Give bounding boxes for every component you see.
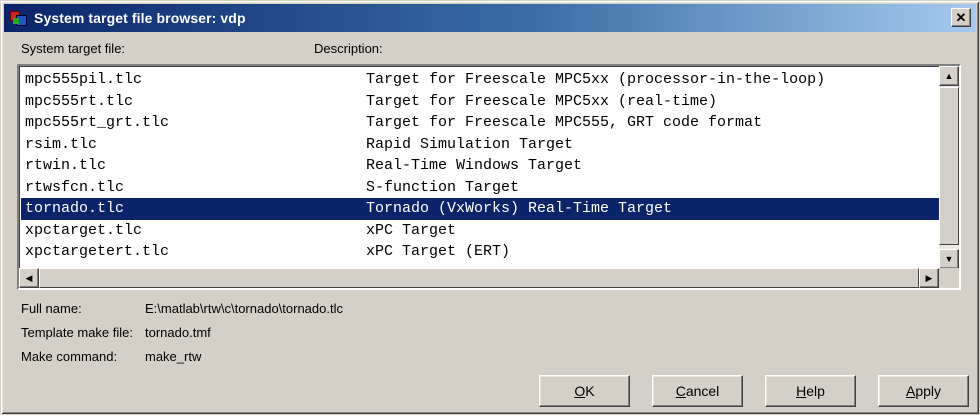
scroll-right-button[interactable]: ▶ [919,268,939,288]
apply-label-rest: pply [915,383,942,399]
list-item-description: xPC Target (ERT) [366,243,511,261]
ok-button[interactable]: OK [539,375,630,407]
cancel-label-rest: ancel [685,383,720,399]
arrow-left-icon: ◀ [25,272,33,283]
arrow-down-icon: ▼ [944,254,954,264]
cancel-mnemonic: C [675,383,686,399]
help-label-rest: elp [806,383,825,399]
list-item[interactable]: mpc555rt_grt.tlc Target for Freescale MPC… [21,112,941,134]
arrow-up-icon: ▲ [944,71,954,81]
list-item[interactable]: rsim.tlc Rapid Simulation Target [21,134,941,156]
title-bar[interactable]: System target file browser: vdp ✕ [4,4,976,32]
vertical-scrollbar[interactable]: ▲ ▼ [939,66,959,269]
horizontal-scroll-thumb[interactable] [39,268,919,288]
target-browser-dialog: System target file browser: vdp ✕ System… [0,0,980,415]
list-item[interactable]: mpc555rt.tlc Target for Freescale MPC5xx … [21,91,941,113]
list-item[interactable]: xpctarget.tlc xPC Target [21,220,941,242]
list-item-file: rtwsfcn.tlc [25,178,125,196]
list-item-file: mpc555pil.tlc [25,71,143,89]
make-command-value: make_rtw [145,349,202,364]
horizontal-scrollbar[interactable]: ◀ ▶ [19,268,939,288]
list-item[interactable]: xpctargetert.tlc xPC Target (ERT) [21,241,941,263]
scroll-down-button[interactable]: ▼ [939,249,959,269]
list-item[interactable]: rtwin.tlc Real-Time Windows Target [21,155,941,177]
column-header-description: Description: [314,41,383,56]
ok-mnemonic: O [574,383,586,399]
list-item-description: Real-Time Windows Target [366,157,583,175]
list-item-description: Rapid Simulation Target [366,135,574,153]
target-file-list[interactable]: mpc555pil.tlc Target for Freescale MPC5xx… [17,64,961,290]
help-mnemonic: H [796,383,807,399]
apply-mnemonic: A [905,383,916,399]
list-item[interactable]: mpc555pil.tlc Target for Freescale MPC5xx… [21,69,941,91]
vertical-scroll-thumb[interactable] [939,87,959,245]
list-item[interactable]: tornado.tlc Tornado (VxWorks) Real-Time T… [21,198,941,220]
list-item-file: mpc555rt.tlc [25,92,134,110]
list-item-file: xpctarget.tlc [25,221,143,239]
list-item-file: rsim.tlc [25,135,98,153]
template-make-file-row: Template make file: tornado.tmf [21,325,211,340]
list-item-file: xpctargetert.tlc [25,243,170,261]
template-make-file-value: tornado.tmf [145,325,211,340]
scroll-up-button[interactable]: ▲ [939,66,959,86]
template-make-file-label: Template make file: [21,325,133,340]
cancel-button[interactable]: Cancel [652,375,743,407]
list-item-description: Target for Freescale MPC5xx (processor-i… [366,71,826,89]
list-rows: mpc555pil.tlc Target for Freescale MPC5xx… [21,69,941,263]
close-icon: ✕ [955,10,967,25]
column-header-file: System target file: [21,41,126,56]
make-command-label: Make command: [21,349,118,364]
scrollbar-corner [939,268,959,288]
full-name-value: E:\matlab\rtw\c\tornado\tornado.tlc [145,301,343,316]
full-name-row: Full name: E:\matlab\rtw\c\tornado\torna… [21,301,343,316]
arrow-right-icon: ▶ [925,272,933,283]
window-title: System target file browser: vdp [34,10,246,26]
make-command-row: Make command: make_rtw [21,349,201,364]
list-item-description: Target for Freescale MPC555, GRT code fo… [366,114,763,132]
list-item-description: xPC Target [366,221,457,239]
list-item-file: tornado.tlc [25,200,125,218]
scroll-left-button[interactable]: ◀ [19,268,39,288]
ok-label-rest: K [585,383,595,399]
help-button[interactable]: Help [765,375,856,407]
list-item[interactable]: rtwsfcn.tlc S-function Target [21,177,941,199]
list-item-description: Tornado (VxWorks) Real-Time Target [366,200,673,218]
list-item-file: mpc555rt_grt.tlc [25,114,170,132]
list-item-description: S-function Target [366,178,520,196]
list-item-description: Target for Freescale MPC5xx (real-time) [366,92,718,110]
apply-button[interactable]: Apply [878,375,969,407]
full-name-label: Full name: [21,301,82,316]
list-item-file: rtwin.tlc [25,157,107,175]
simulink-app-icon [10,9,28,27]
close-button[interactable]: ✕ [951,8,971,27]
